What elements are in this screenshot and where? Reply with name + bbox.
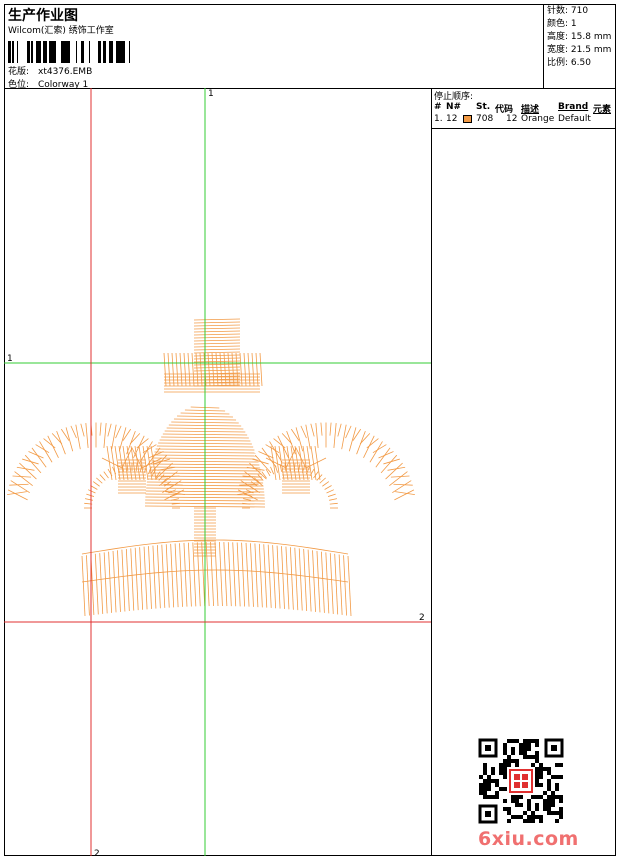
row-code: 12 bbox=[506, 114, 518, 124]
row-brand: Default bbox=[558, 114, 591, 124]
stop-row[interactable]: 1. 12 708 12 Orange Default bbox=[432, 113, 616, 125]
crown-embroidery-design bbox=[7, 318, 415, 617]
guide-label-h1: 1 bbox=[7, 354, 13, 364]
stat-label: 颜色: bbox=[547, 19, 569, 29]
row-stitches: 708 bbox=[476, 114, 494, 124]
red-seal-icon bbox=[509, 769, 533, 793]
stat-value: 6.50 bbox=[570, 58, 591, 68]
stat-scale: 比例: 6.50 bbox=[547, 57, 616, 70]
company-name: Wilcom(汇索) 绣饰工作室 bbox=[8, 26, 114, 36]
worksheet-title: 生产作业图 bbox=[8, 8, 78, 24]
guide-label-v1: 1 bbox=[208, 89, 214, 99]
stitch-preview: 1 1 2 2 bbox=[4, 88, 431, 856]
design-canvas: 1 1 2 2 bbox=[4, 88, 431, 856]
col-needle: N# bbox=[446, 102, 462, 112]
stop-sequence-title: 停止顺序: bbox=[434, 92, 474, 102]
design-stats: 针数: 710 颜色: 1 高度: 15.8 mm 宽度: 21.5 mm 比例… bbox=[543, 4, 616, 88]
stat-label: 高度: bbox=[547, 32, 569, 42]
design-file-name: xt4376.EMB bbox=[38, 67, 93, 77]
stat-value: 15.8 mm bbox=[570, 32, 612, 42]
stat-label: 针数: bbox=[547, 6, 569, 16]
watermark-site: 6xiu.com bbox=[478, 828, 579, 850]
stat-height: 高度: 15.8 mm bbox=[547, 31, 616, 44]
stat-value: 21.5 mm bbox=[570, 45, 612, 55]
stat-width: 宽度: 21.5 mm bbox=[547, 44, 616, 57]
qr-code-icon bbox=[478, 738, 564, 824]
design-file-row: 花版: xt4376.EMB bbox=[8, 64, 92, 77]
stat-label: 比例: bbox=[547, 58, 569, 68]
worksheet-header: 生产作业图 Wilcom(汇索) 绣饰工作室 花版: xt4376.EMB 色位:… bbox=[4, 4, 616, 90]
guide-label-v2: 2 bbox=[94, 849, 100, 856]
stat-value: 710 bbox=[570, 6, 589, 16]
barcode-icon bbox=[8, 41, 130, 63]
row-index: 1. bbox=[434, 114, 443, 124]
stat-label: 宽度: bbox=[547, 45, 569, 55]
col-index: # bbox=[434, 102, 442, 112]
color-swatch bbox=[463, 115, 472, 123]
design-label: 花版: bbox=[8, 67, 30, 77]
row-description: Orange bbox=[521, 114, 555, 124]
stat-colors: 颜色: 1 bbox=[547, 18, 616, 31]
stop-sequence-header: # N# St. 代码 描述 Brand 元素 bbox=[432, 101, 616, 115]
guide-label-h2: 2 bbox=[419, 613, 425, 623]
row-needle: 12 bbox=[446, 114, 458, 124]
stat-stitches: 针数: 710 bbox=[547, 5, 616, 18]
col-brand: Brand bbox=[558, 102, 589, 112]
panel-divider bbox=[432, 128, 616, 129]
stat-value: 1 bbox=[570, 19, 577, 29]
col-stitches: St. bbox=[476, 102, 491, 112]
